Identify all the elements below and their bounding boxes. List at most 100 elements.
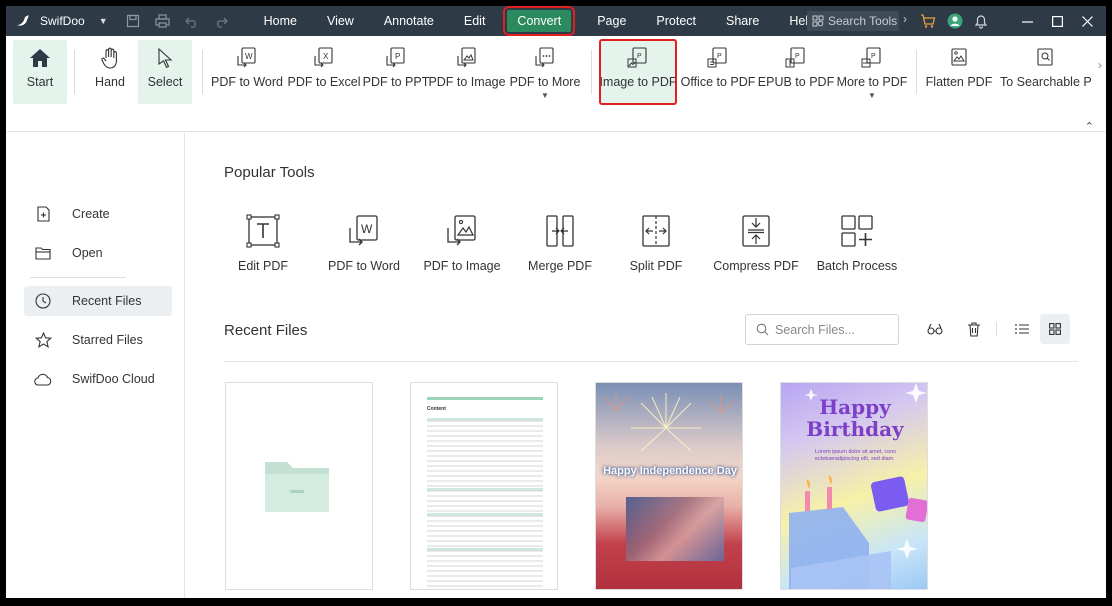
swifdoo-logo-icon	[14, 12, 32, 30]
select-tool-button[interactable]: Select	[138, 40, 192, 104]
recent-file-card-open-folder[interactable]	[225, 382, 373, 590]
menu-home[interactable]: Home	[254, 10, 307, 32]
tool-label: Merge PDF	[528, 259, 592, 273]
menu-annotate[interactable]: Annotate	[374, 10, 444, 32]
to-searchable-pdf-label: To Searchable PD	[1000, 75, 1092, 89]
search-files-input[interactable]	[775, 322, 885, 337]
fireworks-graphic	[603, 393, 735, 452]
pdf-to-image-icon	[456, 44, 478, 72]
pdf-to-more-icon	[534, 44, 556, 72]
tool-pdf-to-image[interactable]: PDF to Image	[412, 211, 512, 273]
close-icon[interactable]	[1072, 6, 1102, 36]
menu-view[interactable]: View	[317, 10, 364, 32]
menu-edit[interactable]: Edit	[454, 10, 496, 32]
svg-text:P: P	[795, 53, 800, 60]
recent-files-title: Recent Files	[224, 322, 308, 339]
undo-icon[interactable]	[182, 10, 204, 32]
tool-split-pdf[interactable]: Split PDF	[606, 211, 706, 273]
pdf-to-word-ribbon-button[interactable]: W PDF to Word	[209, 40, 285, 104]
epub-to-pdf-icon: P	[785, 44, 807, 72]
recent-file-card-independence-poster[interactable]: Happy Independence Day	[595, 382, 743, 590]
list-view-button[interactable]	[1007, 314, 1037, 344]
ribbon-scroll-right-icon[interactable]: ›	[1098, 58, 1102, 72]
more-to-pdf-ribbon-button[interactable]: P More to PDF ▼	[836, 40, 908, 104]
sidebar-item-open[interactable]: Open	[24, 238, 172, 268]
maximize-icon[interactable]	[1042, 6, 1072, 36]
cloud-icon	[34, 370, 52, 388]
grid-view-button[interactable]	[1040, 314, 1070, 344]
epub-to-pdf-ribbon-button[interactable]: P EPUB to PDF	[757, 40, 835, 104]
independence-day-thumbnail: Happy Independence Day	[596, 383, 742, 589]
epub-to-pdf-label: EPUB to PDF	[757, 75, 835, 89]
svg-text:P: P	[717, 53, 722, 60]
app-name: SwifDoo	[40, 14, 85, 28]
sidebar-item-label: Starred Files	[72, 333, 143, 347]
tool-edit-pdf[interactable]: Edit PDF	[213, 211, 313, 273]
menu-page[interactable]: Page	[587, 10, 636, 32]
collapse-ribbon-icon[interactable]: ⌃	[1085, 120, 1094, 133]
more-to-pdf-icon: P	[861, 44, 883, 72]
search-files-box[interactable]	[745, 314, 899, 345]
tool-batch-process[interactable]: Batch Process	[807, 211, 907, 273]
office-to-pdf-ribbon-button[interactable]: P Office to PDF	[680, 40, 756, 104]
redo-icon[interactable]	[210, 10, 232, 32]
tool-label: PDF to Image	[423, 259, 501, 273]
notification-bell-icon[interactable]	[974, 13, 988, 32]
tool-merge-pdf[interactable]: Merge PDF	[510, 211, 610, 273]
main-menu: Home View Annotate Edit Convert Page Pro…	[254, 6, 825, 36]
delete-button[interactable]	[959, 314, 989, 344]
search-tools-box[interactable]: Search Tools	[807, 11, 899, 31]
app-menu-caret-icon[interactable]: ▼	[99, 16, 108, 26]
svg-text:W: W	[361, 222, 373, 236]
svg-text:W: W	[245, 52, 253, 61]
compress-pdf-icon	[736, 211, 776, 251]
cart-icon[interactable]	[920, 13, 936, 32]
title-bar: SwifDoo ▼ Home View Annotate Edit Conver…	[6, 6, 1106, 36]
flatten-pdf-icon	[948, 44, 970, 72]
clock-icon	[34, 292, 52, 310]
image-to-pdf-ribbon-button[interactable]: P Image to PDF	[599, 39, 677, 105]
recent-file-card-birthday-poster[interactable]: Happy Birthday Lorem ipsum dolor sit ame…	[780, 382, 928, 590]
flag-photo-graphic	[626, 497, 724, 561]
pdf-to-word-label: PDF to Word	[210, 75, 283, 89]
menu-share[interactable]: Share	[716, 10, 769, 32]
searchable-pdf-icon	[998, 44, 1092, 72]
svg-text:P: P	[637, 53, 642, 60]
select-label: Select	[147, 75, 183, 89]
sidebar-item-starred-files[interactable]: Starred Files	[24, 325, 172, 355]
pdf-to-excel-label: PDF to Excel	[287, 75, 361, 89]
pdf-to-image-ribbon-button[interactable]: PDF to Image	[428, 40, 506, 104]
search-tools-icon	[812, 15, 824, 27]
sidebar-item-create[interactable]: Create	[24, 199, 172, 229]
hand-tool-button[interactable]: Hand	[86, 40, 134, 104]
flatten-pdf-ribbon-button[interactable]: Flatten PDF	[924, 40, 994, 104]
menu-protect[interactable]: Protect	[646, 10, 706, 32]
tool-pdf-to-word[interactable]: W PDF to Word	[314, 211, 414, 273]
clear-history-button[interactable]	[920, 314, 950, 344]
user-avatar-icon[interactable]	[947, 13, 963, 32]
search-expand-chevron-icon[interactable]: ›	[903, 12, 907, 26]
sidebar-item-swifdoo-cloud[interactable]: SwifDoo Cloud	[24, 364, 172, 394]
tool-label: Split PDF	[629, 259, 683, 273]
tool-compress-pdf[interactable]: Compress PDF	[706, 211, 806, 273]
more-to-pdf-dropdown-icon[interactable]: ▼	[868, 91, 876, 100]
pdf-to-excel-ribbon-button[interactable]: X PDF to Excel	[287, 40, 361, 104]
tool-label: Compress PDF	[713, 259, 799, 273]
sidebar-item-label: SwifDoo Cloud	[72, 372, 155, 386]
start-button[interactable]: Start	[13, 40, 67, 104]
pdf-to-more-dropdown-icon[interactable]: ▼	[541, 91, 549, 100]
sidebar-item-label: Open	[72, 246, 103, 260]
pdf-to-ppt-icon: P	[385, 44, 407, 72]
recent-file-card-document[interactable]: Content	[410, 382, 558, 590]
minimize-icon[interactable]	[1012, 6, 1042, 36]
split-pdf-icon	[636, 211, 676, 251]
sidebar-item-label: Recent Files	[72, 294, 142, 308]
convert-ribbon: Start Hand Select W PDF to Word X PDF to…	[6, 36, 1106, 133]
sidebar-item-recent-files[interactable]: Recent Files	[24, 286, 172, 316]
print-icon[interactable]	[152, 10, 174, 32]
to-searchable-pdf-ribbon-button[interactable]: To Searchable PD	[998, 40, 1092, 104]
pdf-to-more-ribbon-button[interactable]: PDF to More ▼	[509, 40, 581, 104]
menu-convert[interactable]: Convert	[503, 6, 576, 36]
save-icon[interactable]	[122, 10, 144, 32]
pdf-to-ppt-ribbon-button[interactable]: P PDF to PPT	[363, 40, 429, 104]
